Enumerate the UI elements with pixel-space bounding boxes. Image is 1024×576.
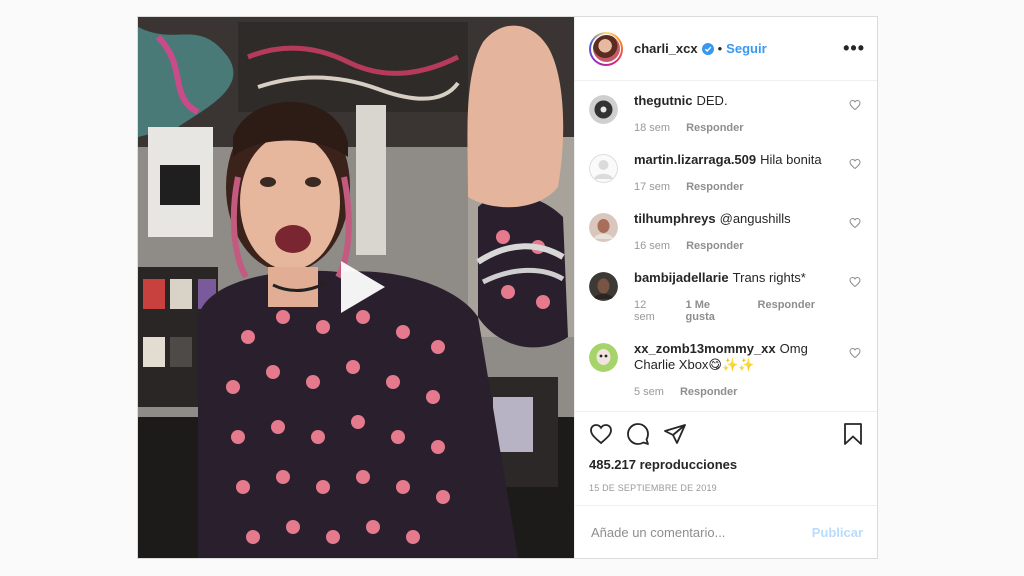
photo-avatar[interactable] (589, 343, 618, 372)
view-count[interactable]: 485.217 reproducciones (589, 457, 865, 472)
photo-avatar[interactable] (589, 213, 618, 242)
reply-button[interactable]: Responder (758, 299, 815, 323)
instagram-post: charli_xcx • Seguir ••• thegutnic DED. 18… (137, 16, 878, 559)
comment-time[interactable]: 12 sem (634, 299, 670, 323)
comment-likes[interactable]: 1 Me gusta (686, 299, 742, 323)
comment-item: bambijadellarie Trans rights* 12 sem 1 Me … (589, 270, 861, 323)
share-icon[interactable] (663, 422, 687, 446)
comment-username[interactable]: martin.lizarraga.509 (634, 152, 756, 167)
add-comment-bar: Publicar (575, 505, 877, 558)
comment-time[interactable]: 18 sem (634, 122, 670, 134)
comment-time[interactable]: 5 sem (634, 386, 664, 398)
follow-button[interactable]: Seguir (726, 41, 766, 56)
like-comment-icon[interactable] (849, 99, 861, 111)
like-comment-icon[interactable] (849, 347, 861, 359)
post-sidebar: charli_xcx • Seguir ••• thegutnic DED. 18… (574, 17, 877, 558)
photo-avatar[interactable] (589, 272, 618, 301)
comment-text: @angushills (719, 211, 791, 226)
comment-time[interactable]: 17 sem (634, 181, 670, 193)
comment-username[interactable]: thegutnic (634, 93, 693, 108)
verified-badge-icon (701, 42, 714, 55)
action-icons (589, 420, 865, 448)
comment-icon[interactable] (626, 422, 650, 446)
post-username[interactable]: charli_xcx (634, 41, 698, 56)
reply-button[interactable]: Responder (680, 386, 737, 398)
comment-time[interactable]: 16 sem (634, 240, 670, 252)
comment-text: Trans rights* (732, 270, 806, 285)
comment-username[interactable]: xx_zomb13mommy_xx (634, 341, 776, 356)
comment-text: DED. (696, 93, 728, 108)
comments-list: thegutnic DED. 18 sem Responder martin.liz… (575, 81, 877, 411)
profile-avatar[interactable] (589, 31, 623, 66)
reply-button[interactable]: Responder (686, 240, 743, 252)
more-options-icon[interactable]: ••• (843, 38, 865, 59)
publish-button[interactable]: Publicar (812, 525, 863, 540)
post-date[interactable]: 15 de septiembre de 2019 (589, 483, 865, 493)
heart-icon[interactable] (589, 422, 613, 446)
post-header: charli_xcx • Seguir ••• (575, 17, 877, 81)
play-icon[interactable] (331, 257, 391, 317)
bookmark-icon[interactable] (841, 422, 865, 446)
video-player[interactable] (138, 17, 574, 558)
comment-item: xx_zomb13mommy_xx Omg Charlie Xbox😋✨✨ 5 s… (589, 341, 861, 398)
header-separator: • (717, 41, 723, 56)
record-avatar[interactable] (589, 95, 618, 124)
comment-input[interactable] (589, 523, 812, 541)
comment-text: Hila bonita (760, 152, 822, 167)
post-actions: 485.217 reproducciones 15 de septiembre … (575, 411, 877, 493)
like-comment-icon[interactable] (849, 158, 861, 170)
comment-username[interactable]: tilhumphreys (634, 211, 716, 226)
reply-button[interactable]: Responder (686, 122, 743, 134)
like-comment-icon[interactable] (849, 217, 861, 229)
like-comment-icon[interactable] (849, 276, 861, 288)
reply-button[interactable]: Responder (686, 181, 743, 193)
comment-item: thegutnic DED. 18 sem Responder (589, 93, 861, 134)
comment-item: tilhumphreys @angushills 16 sem Responder (589, 211, 861, 252)
default-avatar[interactable] (589, 154, 618, 183)
comment-username[interactable]: bambijadellarie (634, 270, 729, 285)
comment-item: martin.lizarraga.509 Hila bonita 17 sem Re… (589, 152, 861, 193)
